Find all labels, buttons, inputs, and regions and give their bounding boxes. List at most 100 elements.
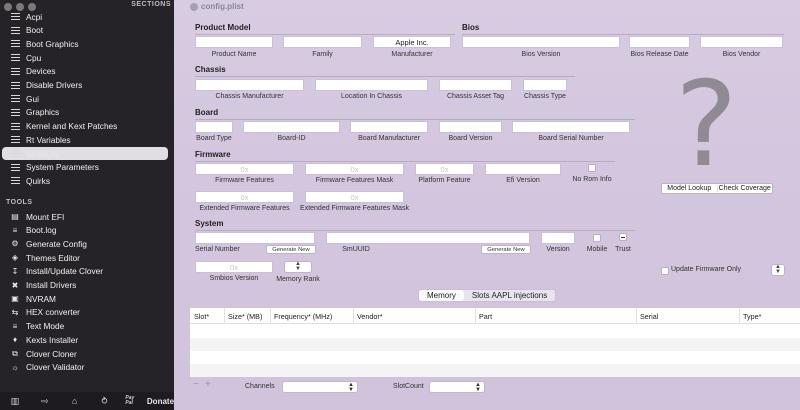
table-row[interactable] xyxy=(190,351,800,364)
tab-slots-aapl-injections[interactable]: Slots AAPL injections xyxy=(464,290,555,301)
bios-version-field[interactable] xyxy=(462,36,620,48)
manufacturer-field[interactable]: Apple Inc. xyxy=(373,36,451,48)
trust-checkbox[interactable] xyxy=(619,233,627,241)
tool-install-drivers[interactable]: ✖ Install Drivers xyxy=(2,279,168,292)
sidebar-item-kernel-and-kext-patches[interactable]: Kernel and Kext Patches xyxy=(2,120,168,133)
product-name-field[interactable] xyxy=(195,36,273,48)
tool-kexts-installer[interactable]: ♦ Kexts Installer xyxy=(2,333,168,346)
smuuid-label: SmUUID xyxy=(342,246,370,253)
tool-mount-efi[interactable]: ▤ Mount EFI xyxy=(2,210,168,223)
slot-count-stepper[interactable]: ▲ ▼ xyxy=(429,381,485,393)
tool-hex-converter[interactable]: ⇆ HEX converter xyxy=(2,306,168,319)
board-manufacturer-field[interactable] xyxy=(350,121,428,133)
family-field[interactable] xyxy=(283,36,362,48)
memory-rank-popup[interactable]: ▲ ▼ xyxy=(284,261,312,273)
serial-number-field[interactable] xyxy=(195,232,315,244)
memory-table: Slot* Size* (MB) Frequency* (MHz) Vendor… xyxy=(190,307,800,377)
home-icon[interactable]: ⌂ xyxy=(60,396,90,406)
channels-label: Channels xyxy=(245,383,275,390)
sidebar-item-system-parameters[interactable]: System Parameters xyxy=(2,161,168,174)
sidebar-item-label: Quirks xyxy=(26,175,50,186)
sidebar-item-boot-graphics[interactable]: Boot Graphics xyxy=(2,37,168,50)
chassis-manufacturer-field[interactable] xyxy=(195,79,304,91)
generate-serial-button[interactable]: Generate New xyxy=(266,245,316,254)
board-version-field[interactable] xyxy=(439,121,502,133)
list-icon xyxy=(8,177,22,185)
sidebar-item-disable-drivers[interactable]: Disable Drivers xyxy=(2,79,168,92)
remove-row-button[interactable]: − xyxy=(193,379,199,390)
board-serial-field[interactable] xyxy=(512,121,630,133)
sidebar-item-rt-variables[interactable]: Rt Variables xyxy=(2,133,168,146)
memory-tabs: Memory Slots AAPL injections xyxy=(418,289,557,302)
product-name-label: Product Name xyxy=(211,51,257,58)
sidebar-item-smbios[interactable]: SMBIOS xyxy=(2,147,168,160)
tool-label: Install Drivers xyxy=(26,280,77,290)
tool-themes-editor[interactable]: ◈ Themes Editor xyxy=(2,251,168,264)
channels-select[interactable]: ▲ ▼ xyxy=(282,381,358,393)
system-version-field[interactable] xyxy=(541,232,575,244)
column-vendor[interactable]: Vendor* xyxy=(357,312,383,321)
tool-clover-validator[interactable]: ☼ Clover Validator xyxy=(2,361,168,374)
sidebar-item-boot[interactable]: Boot xyxy=(2,24,168,37)
column-size[interactable]: Size* (MB) xyxy=(228,312,262,321)
sidebar-item-graphics[interactable]: Graphics xyxy=(2,106,168,119)
lookup-segmented-control[interactable]: Model Lookup Check Coverage xyxy=(661,183,773,194)
ext-firmware-features-field[interactable]: 0x xyxy=(195,191,294,203)
bios-vendor-field[interactable] xyxy=(700,36,783,48)
column-part[interactable]: Part xyxy=(479,312,492,321)
column-type[interactable]: Type* xyxy=(743,312,761,321)
chassis-manufacturer-label: Chassis Manufacturer xyxy=(215,93,284,100)
column-frequency[interactable]: Frequency* (MHz) xyxy=(274,312,332,321)
location-in-chassis-field[interactable] xyxy=(315,79,428,91)
tool-clover-cloner[interactable]: ⧉ Clover Cloner xyxy=(2,347,168,360)
sidebar-item-acpi[interactable]: Acpi xyxy=(2,10,168,23)
tool-nvram[interactable]: ▣ NVRAM xyxy=(2,292,168,305)
mobile-checkbox[interactable] xyxy=(593,234,601,242)
column-serial[interactable]: Serial xyxy=(640,312,658,321)
generate-smuuid-button[interactable]: Generate New xyxy=(481,245,531,254)
tool-text-mode[interactable]: ≡ Text Mode xyxy=(2,320,168,333)
tab-memory[interactable]: Memory xyxy=(419,290,464,301)
firmware-features-mask-field[interactable]: 0x xyxy=(305,163,404,175)
no-rom-info-checkbox[interactable] xyxy=(588,164,596,172)
sidebar-item-cpu[interactable]: Cpu xyxy=(2,51,168,64)
chassis-type-field[interactable] xyxy=(523,79,567,91)
board-manufacturer-label: Board Manufacturer xyxy=(358,135,420,142)
ext-firmware-features-mask-field[interactable]: 0x xyxy=(305,191,404,203)
firmware-features-field[interactable]: 0x xyxy=(195,163,294,175)
board-type-field[interactable] xyxy=(195,121,233,133)
donate-button[interactable]: Pay Pal Donate xyxy=(125,396,174,406)
table-row[interactable] xyxy=(190,338,800,351)
sidebar-item-quirks[interactable]: Quirks xyxy=(2,174,168,187)
platform-feature-field[interactable]: 0x xyxy=(415,163,474,175)
table-row[interactable] xyxy=(190,325,800,338)
model-popup-stepper[interactable]: ▲ ▼ xyxy=(771,264,785,276)
folder-icon[interactable]: ▥ xyxy=(0,396,30,407)
tool-install-update-clover[interactable]: ↧ Install/Update Clover xyxy=(2,265,168,278)
tool-label: Clover Cloner xyxy=(26,348,77,359)
sidebar-item-label: Kernel and Kext Patches xyxy=(26,121,118,132)
chassis-asset-tag-field[interactable] xyxy=(439,79,512,91)
check-coverage-button[interactable]: Check Coverage xyxy=(716,185,773,192)
update-firmware-only-checkbox[interactable] xyxy=(661,267,669,275)
efi-version-field[interactable] xyxy=(485,163,561,175)
sidebar-item-devices[interactable]: Devices xyxy=(2,65,168,78)
sidebar-item-gui[interactable]: Gui xyxy=(2,92,168,105)
table-row[interactable] xyxy=(190,364,800,377)
bios-release-date-field[interactable] xyxy=(629,36,690,48)
smbios-version-label: Smbios Version xyxy=(209,275,259,282)
tool-boot-log[interactable]: ≡ Boot.log xyxy=(2,224,168,237)
tool-generate-config[interactable]: ⚙ Generate Config xyxy=(2,237,168,250)
smuuid-field[interactable] xyxy=(326,232,530,244)
export-icon[interactable]: ⇨ xyxy=(30,396,60,407)
column-slot[interactable]: Slot* xyxy=(194,312,209,321)
board-id-field[interactable] xyxy=(243,121,340,133)
add-row-button[interactable]: + xyxy=(205,379,211,390)
smbios-version-field[interactable]: 0x xyxy=(195,261,273,273)
share-icon[interactable]: ⥁ xyxy=(90,396,120,407)
tool-label: HEX converter xyxy=(26,307,80,318)
sidebar-item-label: Boot Graphics xyxy=(26,38,79,49)
sidebar-toolbar: ▥ ⇨ ⌂ ⥁ Pay Pal Donate xyxy=(0,392,174,410)
model-lookup-button[interactable]: Model Lookup xyxy=(662,185,717,192)
tool-label: Clover Validator xyxy=(26,362,85,373)
